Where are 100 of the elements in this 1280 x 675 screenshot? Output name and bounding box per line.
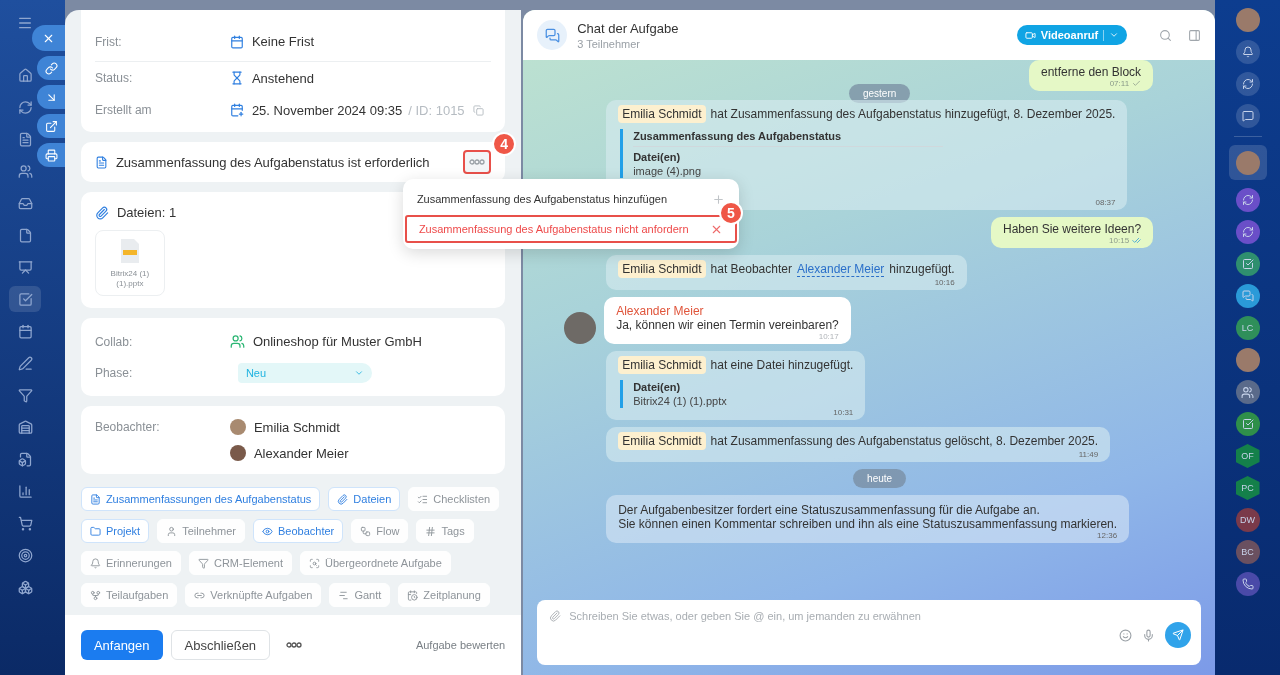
section-chip[interactable]: Zusammenfassungen des Aufgabenstatus [80,487,321,511]
date-separator: heute [853,469,907,488]
field-label: Status: [94,71,134,85]
task-id: / ID: 1015 [408,102,465,118]
rate-task-link[interactable]: Aufgabe bewerten [415,639,506,651]
files-title: Dateien: 1 [116,205,177,220]
bell-icon[interactable] [1235,40,1260,64]
chat-initials[interactable]: PC [1235,476,1260,500]
field-label: Phase: [94,365,134,380]
download-button[interactable] [37,85,65,109]
filter-icon [197,557,209,569]
message-text: hat Beobachter [710,262,792,276]
field-label: Frist: [94,34,123,49]
avatar[interactable] [1235,348,1260,372]
start-button[interactable]: Anfangen [80,630,163,660]
file-name[interactable]: Bitrix24 (1) (1).pptx [633,395,854,407]
chat-initials[interactable]: DW [1235,508,1260,532]
microphone-icon[interactable] [1142,628,1156,642]
video-call-button[interactable]: Videoanruf [1016,25,1128,45]
quote-title: Zusammenfassung des Aufgabenstatus [633,130,944,147]
step-badge: 5 [718,201,743,225]
quote-label: Datei(en) [633,381,682,393]
message-time: 08:37 [1095,198,1116,207]
summary-required-text: Zusammenfassung des Aufgabenstatus ist erforderlich [115,154,431,170]
section-chip[interactable]: Flow [351,519,409,543]
chat-initials[interactable]: LC [1235,316,1260,340]
message-time: 10:15 [1109,236,1142,245]
avatar[interactable] [1235,8,1260,32]
section-chip[interactable]: Beobachter [252,519,344,543]
section-chip[interactable]: Erinnerungen [80,551,181,575]
section-chip[interactable]: CRM-Element [188,551,293,575]
field-label: Erstellt am [94,103,153,117]
message-time: 12:36 [1097,531,1118,540]
checklist-icon [417,493,429,505]
nav-icon[interactable] [9,286,41,312]
send-button[interactable] [1165,622,1192,648]
file-name[interactable]: image (4).png [633,165,1116,177]
chat-icon[interactable] [1235,284,1260,308]
task-icon[interactable] [1235,412,1260,436]
section-chip[interactable]: Teilaufgaben [80,583,178,607]
calendar-icon [407,589,419,601]
message-time: 10:31 [833,408,854,417]
complete-button[interactable]: Abschließen [170,630,271,660]
calendar-icon [229,34,244,49]
phone-icon[interactable] [1235,572,1260,596]
avatar [229,445,246,461]
message-text: Haben Sie weitere Ideen? [1003,222,1142,236]
section-chip[interactable]: Übergeordnete Aufgabe [300,551,451,575]
eye-icon [261,525,273,537]
user-link[interactable]: Alexander Meier [796,261,885,277]
field-value[interactable]: Onlineshop für Muster GmbH [252,334,422,349]
file-name: Bitrix24 (1) (1).pptx [109,269,151,289]
avatar[interactable] [1228,145,1267,180]
section-chip[interactable]: Verknüpfte Aufgaben [185,583,322,607]
printer-icon [44,148,58,162]
user-name[interactable]: Emilia Schmidt [618,432,706,450]
section-chip[interactable]: Tags [416,519,474,543]
link-button[interactable] [37,56,65,80]
document-icon [89,493,101,505]
message-text: entferne den Block [1041,65,1142,79]
user-icon [166,525,178,537]
phase-select[interactable]: Neu [237,362,372,383]
message-input[interactable]: Schreiben Sie etwas, oder geben Sie @ ein, um jemanden zu erwähnen [537,600,1202,665]
message-time: 07:11 [1109,79,1142,88]
emoji-icon[interactable] [1119,628,1133,642]
paperclip-icon[interactable] [549,610,562,622]
gantt-icon [338,589,350,601]
paperclip-icon [337,493,349,505]
field-value: Keine Frist [251,34,315,49]
section-chip[interactable]: Dateien [328,487,401,511]
video-camera-icon [1024,29,1036,41]
user-name[interactable]: Emilia Schmidt [618,260,706,278]
user-name[interactable]: Emilia Schmidt [618,105,706,123]
section-chip[interactable]: Projekt [80,519,150,543]
section-chip[interactable]: Checklisten [408,487,500,511]
person-name[interactable]: Emilia Schmidt [253,419,340,435]
section-chip[interactable]: Zeitplanung [398,583,490,607]
print-button[interactable] [37,143,65,167]
open-button[interactable] [37,114,65,138]
chat-initials[interactable]: OF [1235,444,1260,468]
panel-icon[interactable] [1188,28,1202,42]
link-icon [44,61,58,75]
calendar-icon [229,103,244,117]
message-text: hat Zusammenfassung des Aufgabenstatus gelöscht, 8. Dezember 2025. [710,434,1099,448]
more-icon [286,642,303,648]
section-chip[interactable]: Teilnehmer [157,519,245,543]
date-separator: gestern [848,84,911,103]
file-tile[interactable]: Bitrix24 (1) (1).pptx [94,230,165,296]
user-name[interactable]: Emilia Schmidt [618,356,706,374]
section-chip[interactable]: Gantt [329,583,391,607]
message-text: hinzugefügt. [889,262,955,276]
task-icon[interactable] [1235,252,1260,276]
chat-initials[interactable]: BC [1235,540,1260,564]
person-name[interactable]: Alexander Meier [253,445,349,461]
more-button[interactable] [463,150,492,174]
message-time: 10:17 [818,332,839,341]
group-avatar[interactable] [1235,380,1260,404]
send-icon [1172,629,1185,641]
chat-icon[interactable] [1235,104,1260,128]
close-button[interactable] [32,25,65,51]
